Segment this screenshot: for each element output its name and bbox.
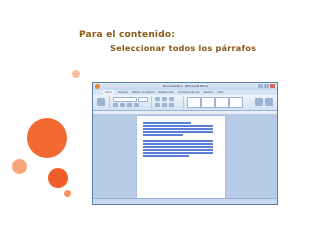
editing-group [253,96,275,108]
document-page[interactable] [137,116,225,204]
minimize-icon[interactable] [258,84,263,88]
selected-line [143,152,213,154]
selected-line [143,128,213,130]
font-color-icon[interactable] [134,103,139,107]
window-title: Documento1 - Microsoft Word [163,84,208,88]
paragraph-group [153,96,184,108]
numbering-icon[interactable] [162,97,167,101]
ribbon-toolbar [93,95,277,111]
indent-icon[interactable] [169,97,174,101]
selected-line [143,146,213,148]
paste-icon[interactable] [97,98,105,106]
styles-group [185,96,251,108]
selected-line [143,149,213,151]
selected-line [143,140,213,142]
align-center-icon[interactable] [162,103,167,107]
clipboard-group [95,96,110,108]
selected-line [143,155,189,157]
decorative-circle-faded [72,70,80,78]
document-area[interactable] [93,114,277,204]
selected-line [143,143,213,145]
style-normal[interactable] [187,97,201,108]
decorative-circle-medium [48,168,68,188]
close-icon[interactable] [270,84,275,88]
align-right-icon[interactable] [169,103,174,107]
slide-title: Para el contenido: [79,30,176,40]
find-icon[interactable] [255,98,263,106]
bold-icon[interactable] [113,103,118,107]
underline-icon[interactable] [127,103,132,107]
maximize-icon[interactable] [264,84,269,88]
selected-line [143,122,191,124]
selected-line [143,134,183,136]
style-heading-1[interactable] [215,97,229,108]
slide-subtitle: Seleccionar todos los párrafos [110,43,257,53]
style-no-spacing[interactable] [201,97,215,108]
align-left-icon[interactable] [155,103,160,107]
style-heading-2[interactable] [229,97,243,108]
status-bar [93,198,277,204]
office-button-icon[interactable] [95,84,100,89]
decorative-circle-small [12,159,27,174]
selected-line [143,131,213,133]
decorative-circle-tiny [64,190,71,197]
replace-icon[interactable] [265,98,273,106]
font-size-box[interactable] [138,97,148,102]
italic-icon[interactable] [120,103,125,107]
window-titlebar: Documento1 - Microsoft Word [93,83,277,90]
font-group [111,96,152,108]
word-window-screenshot: Documento1 - Microsoft Word Inicio Inser… [92,82,278,205]
selected-line [143,125,213,127]
decorative-circle-large [27,118,67,158]
font-name-box[interactable] [113,97,137,102]
bullets-icon[interactable] [155,97,160,101]
